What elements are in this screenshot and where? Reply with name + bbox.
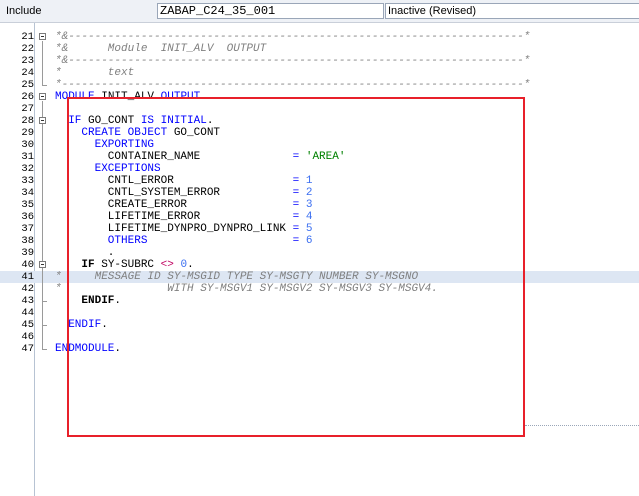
editor-header: Include ZABAP_C24_35_001 Inactive (Revis…: [0, 0, 639, 23]
code-text: *& Module INIT_ALV OUTPUT: [55, 43, 266, 55]
fold-end-mark: [42, 325, 47, 326]
fold-guide-line: [42, 41, 43, 85]
line-number: 25: [21, 79, 34, 91]
line-number: 34: [21, 187, 34, 199]
line-number: 33: [21, 175, 34, 187]
fold-end-mark: [42, 85, 47, 86]
fold-collapse-icon[interactable]: [36, 115, 54, 127]
code-line[interactable]: 24 * text: [0, 67, 639, 79]
line-number: 42: [21, 283, 34, 295]
fold-collapse-icon[interactable]: [36, 91, 54, 103]
line-number: 39: [21, 247, 34, 259]
code-text: * text: [55, 67, 134, 79]
program-name-field[interactable]: ZABAP_C24_35_001: [157, 3, 384, 19]
fold-collapse-icon[interactable]: [36, 259, 54, 271]
code-token: *&--------------------------------------…: [55, 31, 531, 43]
code-line[interactable]: 25 *-------------------------------------…: [0, 79, 639, 91]
code-token: *&--------------------------------------…: [55, 55, 531, 67]
line-number: 30: [21, 139, 34, 151]
minus-box-icon: [39, 93, 46, 100]
code-token: *& Module INIT_ALV OUTPUT: [55, 43, 267, 55]
line-number: 21: [21, 31, 34, 43]
line-number: 38: [21, 235, 34, 247]
status-field: Inactive (Revised): [385, 3, 639, 19]
line-number: 47: [21, 343, 34, 355]
line-number: 23: [21, 55, 34, 67]
annotation-highlight-box: [67, 97, 525, 437]
minus-box-icon: [39, 33, 46, 40]
line-number: 27: [21, 103, 34, 115]
fold-collapse-icon[interactable]: [36, 31, 54, 43]
line-number: 41: [21, 271, 34, 283]
line-number: 35: [21, 199, 34, 211]
line-number: 32: [21, 163, 34, 175]
code-text: *&--------------------------------------…: [55, 31, 530, 43]
line-number: 45: [21, 319, 34, 331]
line-number: 43: [21, 295, 34, 307]
line-number: 22: [21, 43, 34, 55]
line-number: 31: [21, 151, 34, 163]
fold-guide-line: [42, 269, 43, 301]
line-number: 28: [21, 115, 34, 127]
line-number: 26: [21, 91, 34, 103]
fold-end-mark: [42, 301, 47, 302]
minus-box-icon: [39, 261, 46, 268]
include-label: Include: [6, 5, 42, 17]
line-number: 44: [21, 307, 34, 319]
page-break-line: [525, 425, 639, 426]
line-number: 37: [21, 223, 34, 235]
line-number: 36: [21, 211, 34, 223]
code-text: *&--------------------------------------…: [55, 55, 530, 67]
line-number: 24: [21, 67, 34, 79]
line-number: 29: [21, 127, 34, 139]
line-number: 40: [21, 259, 34, 271]
fold-end-mark: [42, 349, 47, 350]
code-line[interactable]: 21 *&------------------------------------…: [0, 31, 639, 43]
code-text: *---------------------------------------…: [55, 79, 530, 91]
code-token: * text: [55, 67, 135, 79]
code-line[interactable]: 22 *& Module INIT_ALV OUTPUT: [0, 43, 639, 55]
code-token: *---------------------------------------…: [55, 79, 531, 91]
minus-box-icon: [39, 117, 46, 124]
code-line[interactable]: 23 *&------------------------------------…: [0, 55, 639, 67]
line-number: 46: [21, 331, 34, 343]
